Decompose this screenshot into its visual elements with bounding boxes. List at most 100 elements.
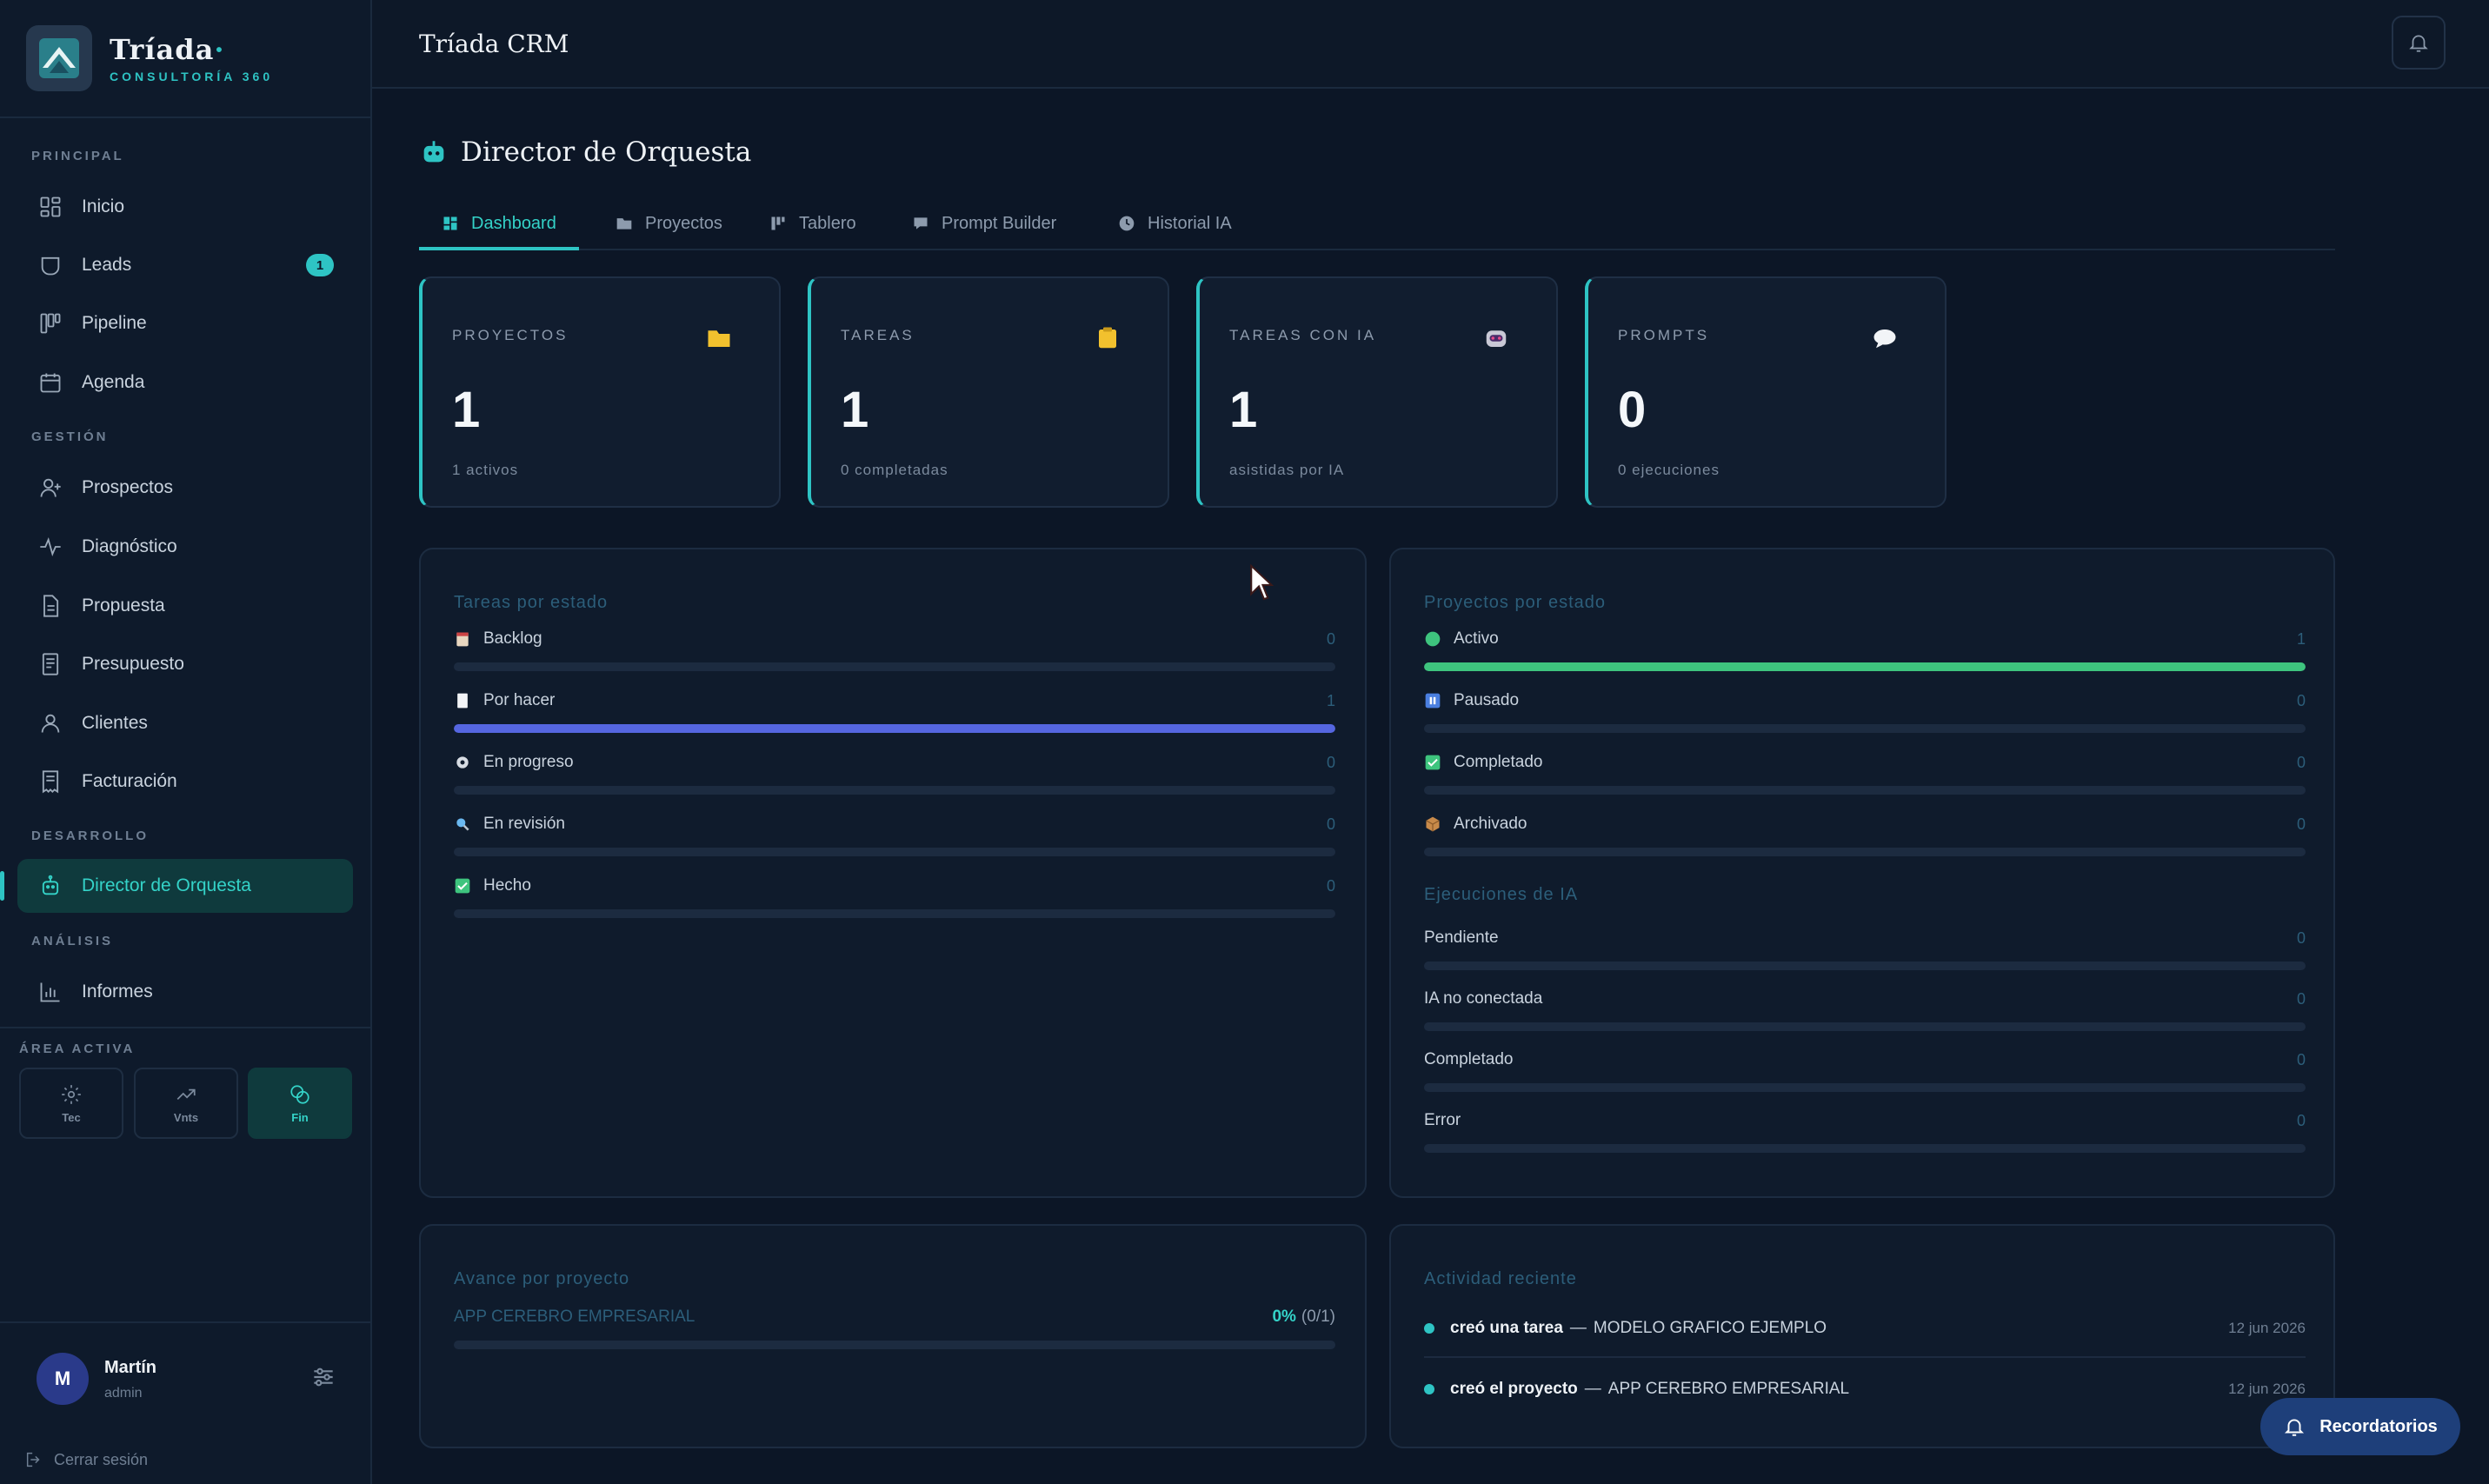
page-title: Director de Orquesta	[419, 136, 751, 168]
stat-card-prompts[interactable]: PROMPTS 0 0 ejecuciones	[1585, 276, 1947, 508]
recordatorios-button[interactable]: Recordatorios	[2260, 1398, 2460, 1455]
status-row-completado: Completado 0	[1424, 751, 2306, 795]
area-activa-label: ÁREA ACTIVA	[19, 1041, 136, 1056]
row-label: En revisión	[483, 815, 565, 833]
status-row-pausado: Pausado 0	[1424, 689, 2306, 733]
activity-separator: —	[1584, 1380, 1601, 1398]
logout-icon	[26, 1452, 40, 1467]
pulse-icon	[40, 537, 61, 556]
activity-item[interactable]: creó una tarea — MODELO GRAFICO EJEMPLO …	[1424, 1311, 2306, 1346]
activity-date: 12 jun 2026	[2228, 1320, 2306, 1336]
panel-title: Proyectos por estado	[1424, 593, 1606, 612]
sidebar-item-director-orquesta[interactable]: Director de Orquesta	[0, 859, 353, 913]
row-count: 0	[2296, 1050, 2306, 1068]
tab-proyectos[interactable]: Proyectos	[593, 198, 745, 249]
divider	[0, 1321, 372, 1323]
sidebar-item-label: Presupuesto	[82, 654, 184, 674]
area-option-fin[interactable]: Fin	[248, 1068, 352, 1139]
row-label: Por hacer	[483, 691, 556, 709]
trend-icon	[176, 1088, 196, 1100]
gear-icon	[456, 756, 469, 769]
sidebar-item-presupuesto[interactable]: Presupuesto	[17, 637, 353, 691]
sidebar-item-label: Pipeline	[82, 313, 147, 333]
sidebar-item-informes[interactable]: Informes	[17, 965, 353, 1019]
notifications-button[interactable]	[2392, 16, 2446, 70]
avance-por-proyecto-panel: Avance por proyecto APP CEREBRO EMPRESAR…	[419, 1224, 1367, 1448]
progress-bar	[454, 662, 1335, 671]
speech-bubble-icon	[1873, 329, 1896, 349]
activity-item[interactable]: creó el proyecto — APP CEREBRO EMPRESARI…	[1424, 1372, 2306, 1407]
sidebar-item-pipeline[interactable]: Pipeline	[17, 296, 353, 350]
row-label: Error	[1424, 1111, 1461, 1129]
recordatorios-label: Recordatorios	[2319, 1416, 2438, 1436]
robot-icon	[42, 875, 59, 895]
stat-value: 1	[452, 382, 481, 438]
activity-object: APP CEREBRO EMPRESARIAL	[1607, 1380, 1850, 1398]
ejecuciones-title: Ejecuciones de IA	[1424, 885, 1579, 904]
sidebar-item-label: Clientes	[82, 713, 148, 733]
tab-tablero[interactable]: Tablero	[747, 198, 879, 249]
tab-dashboard[interactable]: Dashboard	[419, 198, 579, 250]
bell-icon	[2285, 1419, 2305, 1436]
project-ratio: (0/1)	[1301, 1308, 1335, 1326]
stat-card-proyectos[interactable]: PROYECTOS 1 1 activos	[419, 276, 781, 508]
activity-separator: —	[1569, 1319, 1587, 1337]
tab-historial-ia[interactable]: Historial IA	[1095, 198, 1254, 249]
bar-chart-icon	[40, 982, 60, 1002]
row-count: 0	[1326, 753, 1335, 771]
folder-icon	[616, 218, 632, 230]
package-icon	[1426, 816, 1440, 832]
row-count: 0	[2296, 815, 2306, 833]
sidebar-item-prospectos[interactable]: Prospectos	[17, 461, 353, 515]
sidebar-item-clientes[interactable]: Clientes	[17, 696, 353, 750]
progress-bar	[1424, 1083, 2306, 1092]
row-label: Completado	[1424, 1050, 1514, 1068]
tab-prompt-builder[interactable]: Prompt Builder	[889, 198, 1079, 249]
row-count: 0	[1326, 629, 1335, 648]
area-option-vnts[interactable]: Vnts	[134, 1068, 238, 1139]
brand[interactable]: Tríada· CONSULTORÍA 360	[0, 0, 370, 118]
row-label: Backlog	[483, 629, 542, 648]
sliders-icon[interactable]	[309, 1363, 337, 1391]
project-progress-row[interactable]: APP CEREBRO EMPRESARIAL 0% (0/1)	[454, 1306, 1335, 1349]
section-label-principal: PRINCIPAL	[31, 149, 124, 163]
page-icon	[457, 693, 468, 709]
board-icon	[771, 216, 785, 230]
avatar[interactable]: M	[37, 1353, 89, 1405]
activity-verb: creó el proyecto	[1450, 1380, 1578, 1398]
panel-title: Avance por proyecto	[454, 1269, 630, 1288]
row-count: 1	[1326, 691, 1335, 709]
app-title: Tríada CRM	[419, 30, 569, 58]
area-option-tec[interactable]: Tec	[19, 1068, 123, 1139]
progress-bar	[1424, 724, 2306, 733]
stat-card-tareas-ia[interactable]: TAREAS CON IA 1 asistidas por IA	[1196, 276, 1558, 508]
sidebar-item-facturacion[interactable]: Facturación	[17, 755, 353, 809]
sidebar-item-propuesta[interactable]: Propuesta	[17, 579, 353, 633]
tab-label: Historial IA	[1148, 213, 1232, 233]
sidebar: Tríada· CONSULTORÍA 360 PRINCIPAL Inicio…	[0, 0, 372, 1484]
section-label-gestion: GESTIÓN	[31, 429, 109, 444]
sidebar-item-inicio[interactable]: Inicio	[17, 180, 353, 234]
row-count: 0	[2296, 753, 2306, 771]
dashboard-icon	[443, 216, 457, 230]
sidebar-item-diagnostico[interactable]: Diagnóstico	[17, 520, 353, 574]
activity-object: MODELO GRAFICO EJEMPLO	[1593, 1319, 1827, 1337]
stat-card-tareas[interactable]: TAREAS 1 0 completadas	[808, 276, 1169, 508]
green-circle-icon	[1425, 631, 1441, 647]
magnifier-icon	[456, 818, 469, 831]
logout-button[interactable]: Cerrar sesión	[24, 1450, 148, 1469]
progress-bar	[1424, 962, 2306, 970]
status-row-por-hacer: Por hacer 1	[454, 689, 1335, 733]
triada-logo-icon	[26, 25, 92, 91]
row-label: Pausado	[1454, 691, 1520, 709]
sidebar-item-label: Director de Orquesta	[82, 875, 251, 895]
sidebar-item-agenda[interactable]: Agenda	[17, 356, 353, 409]
sidebar-item-leads[interactable]: Leads 1	[17, 238, 353, 292]
row-label: En progreso	[483, 753, 574, 771]
tab-label: Prompt Builder	[942, 213, 1057, 233]
user-plus-icon	[40, 478, 61, 497]
project-name: APP CEREBRO EMPRESARIAL	[454, 1308, 695, 1326]
row-label: IA no conectada	[1424, 989, 1543, 1008]
sidebar-item-label: Inicio	[82, 196, 125, 216]
leads-count-badge: 1	[306, 254, 334, 276]
